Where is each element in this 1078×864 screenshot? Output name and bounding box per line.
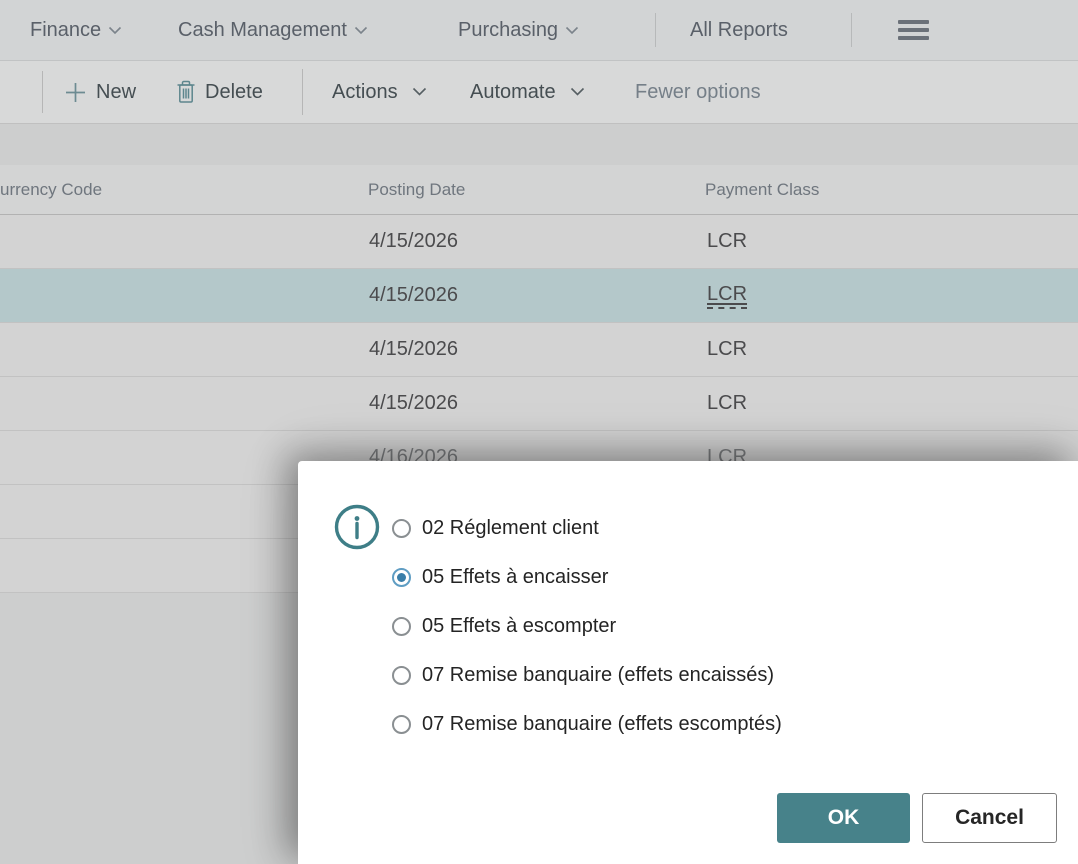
action-bar: New Delete Actions Automate Fewer option… — [0, 61, 1078, 124]
trash-icon — [176, 80, 196, 104]
payment-class-drilldown-link[interactable]: LCR — [707, 283, 747, 309]
fewer-options-button[interactable]: Fewer options — [635, 61, 761, 123]
nav-item-label: All Reports — [690, 19, 788, 42]
radio-option[interactable]: 05 Effets à escompter — [392, 615, 782, 637]
radio-option[interactable]: 02 Réglement client — [392, 517, 782, 539]
column-header-payment-class[interactable]: Payment Class — [705, 165, 819, 214]
radio-checked-icon[interactable] — [392, 568, 411, 587]
new-button[interactable]: New — [64, 61, 136, 123]
radio-option-label: 07 Remise banquaire (effets encaissés) — [422, 664, 774, 687]
column-header-currency-code[interactable]: urrency Code — [0, 165, 102, 214]
nav-menu-label: Finance — [30, 19, 101, 42]
chevron-down-icon — [565, 26, 579, 35]
chevron-down-icon — [354, 26, 368, 35]
chevron-down-icon — [570, 87, 585, 97]
payment-class-dialog: 02 Réglement client 05 Effets à encaisse… — [298, 461, 1078, 864]
info-icon — [334, 504, 380, 550]
radio-option-label: 02 Réglement client — [422, 517, 599, 540]
app-window: Finance Cash Management Purchasing All R… — [0, 0, 1078, 864]
radio-unchecked-icon[interactable] — [392, 519, 411, 538]
table-header-row: urrency Code Posting Date Payment Class — [0, 165, 1078, 215]
posting-date-cell[interactable]: 4/15/2026 — [369, 215, 458, 268]
chevron-down-icon — [108, 26, 122, 35]
nav-divider — [655, 13, 656, 47]
table-row-selected[interactable]: 4/15/2026 LCR — [0, 269, 1078, 323]
posting-date-cell[interactable]: 4/15/2026 — [369, 269, 458, 322]
menu-hamburger-icon[interactable] — [898, 0, 929, 60]
plus-icon — [64, 81, 87, 104]
radio-option-label: 07 Remise banquaire (effets escomptés) — [422, 713, 782, 736]
actions-dropdown-label: Actions — [332, 81, 398, 104]
table-row[interactable]: 4/15/2026 LCR — [0, 215, 1078, 269]
posting-date-cell[interactable]: 4/15/2026 — [369, 377, 458, 430]
action-bar-divider — [302, 69, 303, 115]
nav-menu-label: Cash Management — [178, 19, 347, 42]
automate-dropdown-label: Automate — [470, 81, 556, 104]
payment-class-cell[interactable]: LCR — [707, 323, 747, 376]
table-row[interactable]: 4/15/2026 LCR — [0, 377, 1078, 431]
posting-date-cell[interactable]: 4/15/2026 — [369, 323, 458, 376]
radio-unchecked-icon[interactable] — [392, 666, 411, 685]
chevron-down-icon — [412, 87, 427, 97]
nav-menu-finance[interactable]: Finance — [30, 0, 122, 60]
radio-option[interactable]: 07 Remise banquaire (effets encaissés) — [392, 664, 782, 686]
fewer-options-label: Fewer options — [635, 81, 761, 104]
automate-dropdown[interactable]: Automate — [470, 61, 585, 123]
nav-item-all-reports[interactable]: All Reports — [690, 0, 788, 60]
table-row[interactable]: 4/15/2026 LCR — [0, 323, 1078, 377]
nav-menu-cash-management[interactable]: Cash Management — [178, 0, 368, 60]
radio-group: 02 Réglement client 05 Effets à encaisse… — [392, 517, 782, 762]
payment-class-cell[interactable]: LCR — [707, 377, 747, 430]
radio-unchecked-icon[interactable] — [392, 715, 411, 734]
radio-option-label: 05 Effets à escompter — [422, 615, 616, 638]
nav-menu-purchasing[interactable]: Purchasing — [458, 0, 579, 60]
nav-menu-label: Purchasing — [458, 19, 558, 42]
radio-option[interactable]: 07 Remise banquaire (effets escomptés) — [392, 713, 782, 735]
ok-button[interactable]: OK — [777, 793, 910, 843]
nav-divider — [851, 13, 852, 47]
radio-option-label: 05 Effets à encaisser — [422, 566, 608, 589]
radio-unchecked-icon[interactable] — [392, 617, 411, 636]
column-header-posting-date[interactable]: Posting Date — [368, 165, 465, 214]
cancel-button[interactable]: Cancel — [922, 793, 1057, 843]
payment-class-cell[interactable]: LCR — [707, 269, 747, 322]
delete-button-label: Delete — [205, 81, 263, 104]
top-navigation-bar: Finance Cash Management Purchasing All R… — [0, 0, 1078, 61]
delete-button[interactable]: Delete — [176, 61, 263, 123]
actions-dropdown[interactable]: Actions — [332, 61, 427, 123]
payment-class-cell[interactable]: LCR — [707, 215, 747, 268]
new-button-label: New — [96, 81, 136, 104]
action-bar-divider — [42, 71, 43, 113]
radio-option-selected[interactable]: 05 Effets à encaisser — [392, 566, 782, 588]
